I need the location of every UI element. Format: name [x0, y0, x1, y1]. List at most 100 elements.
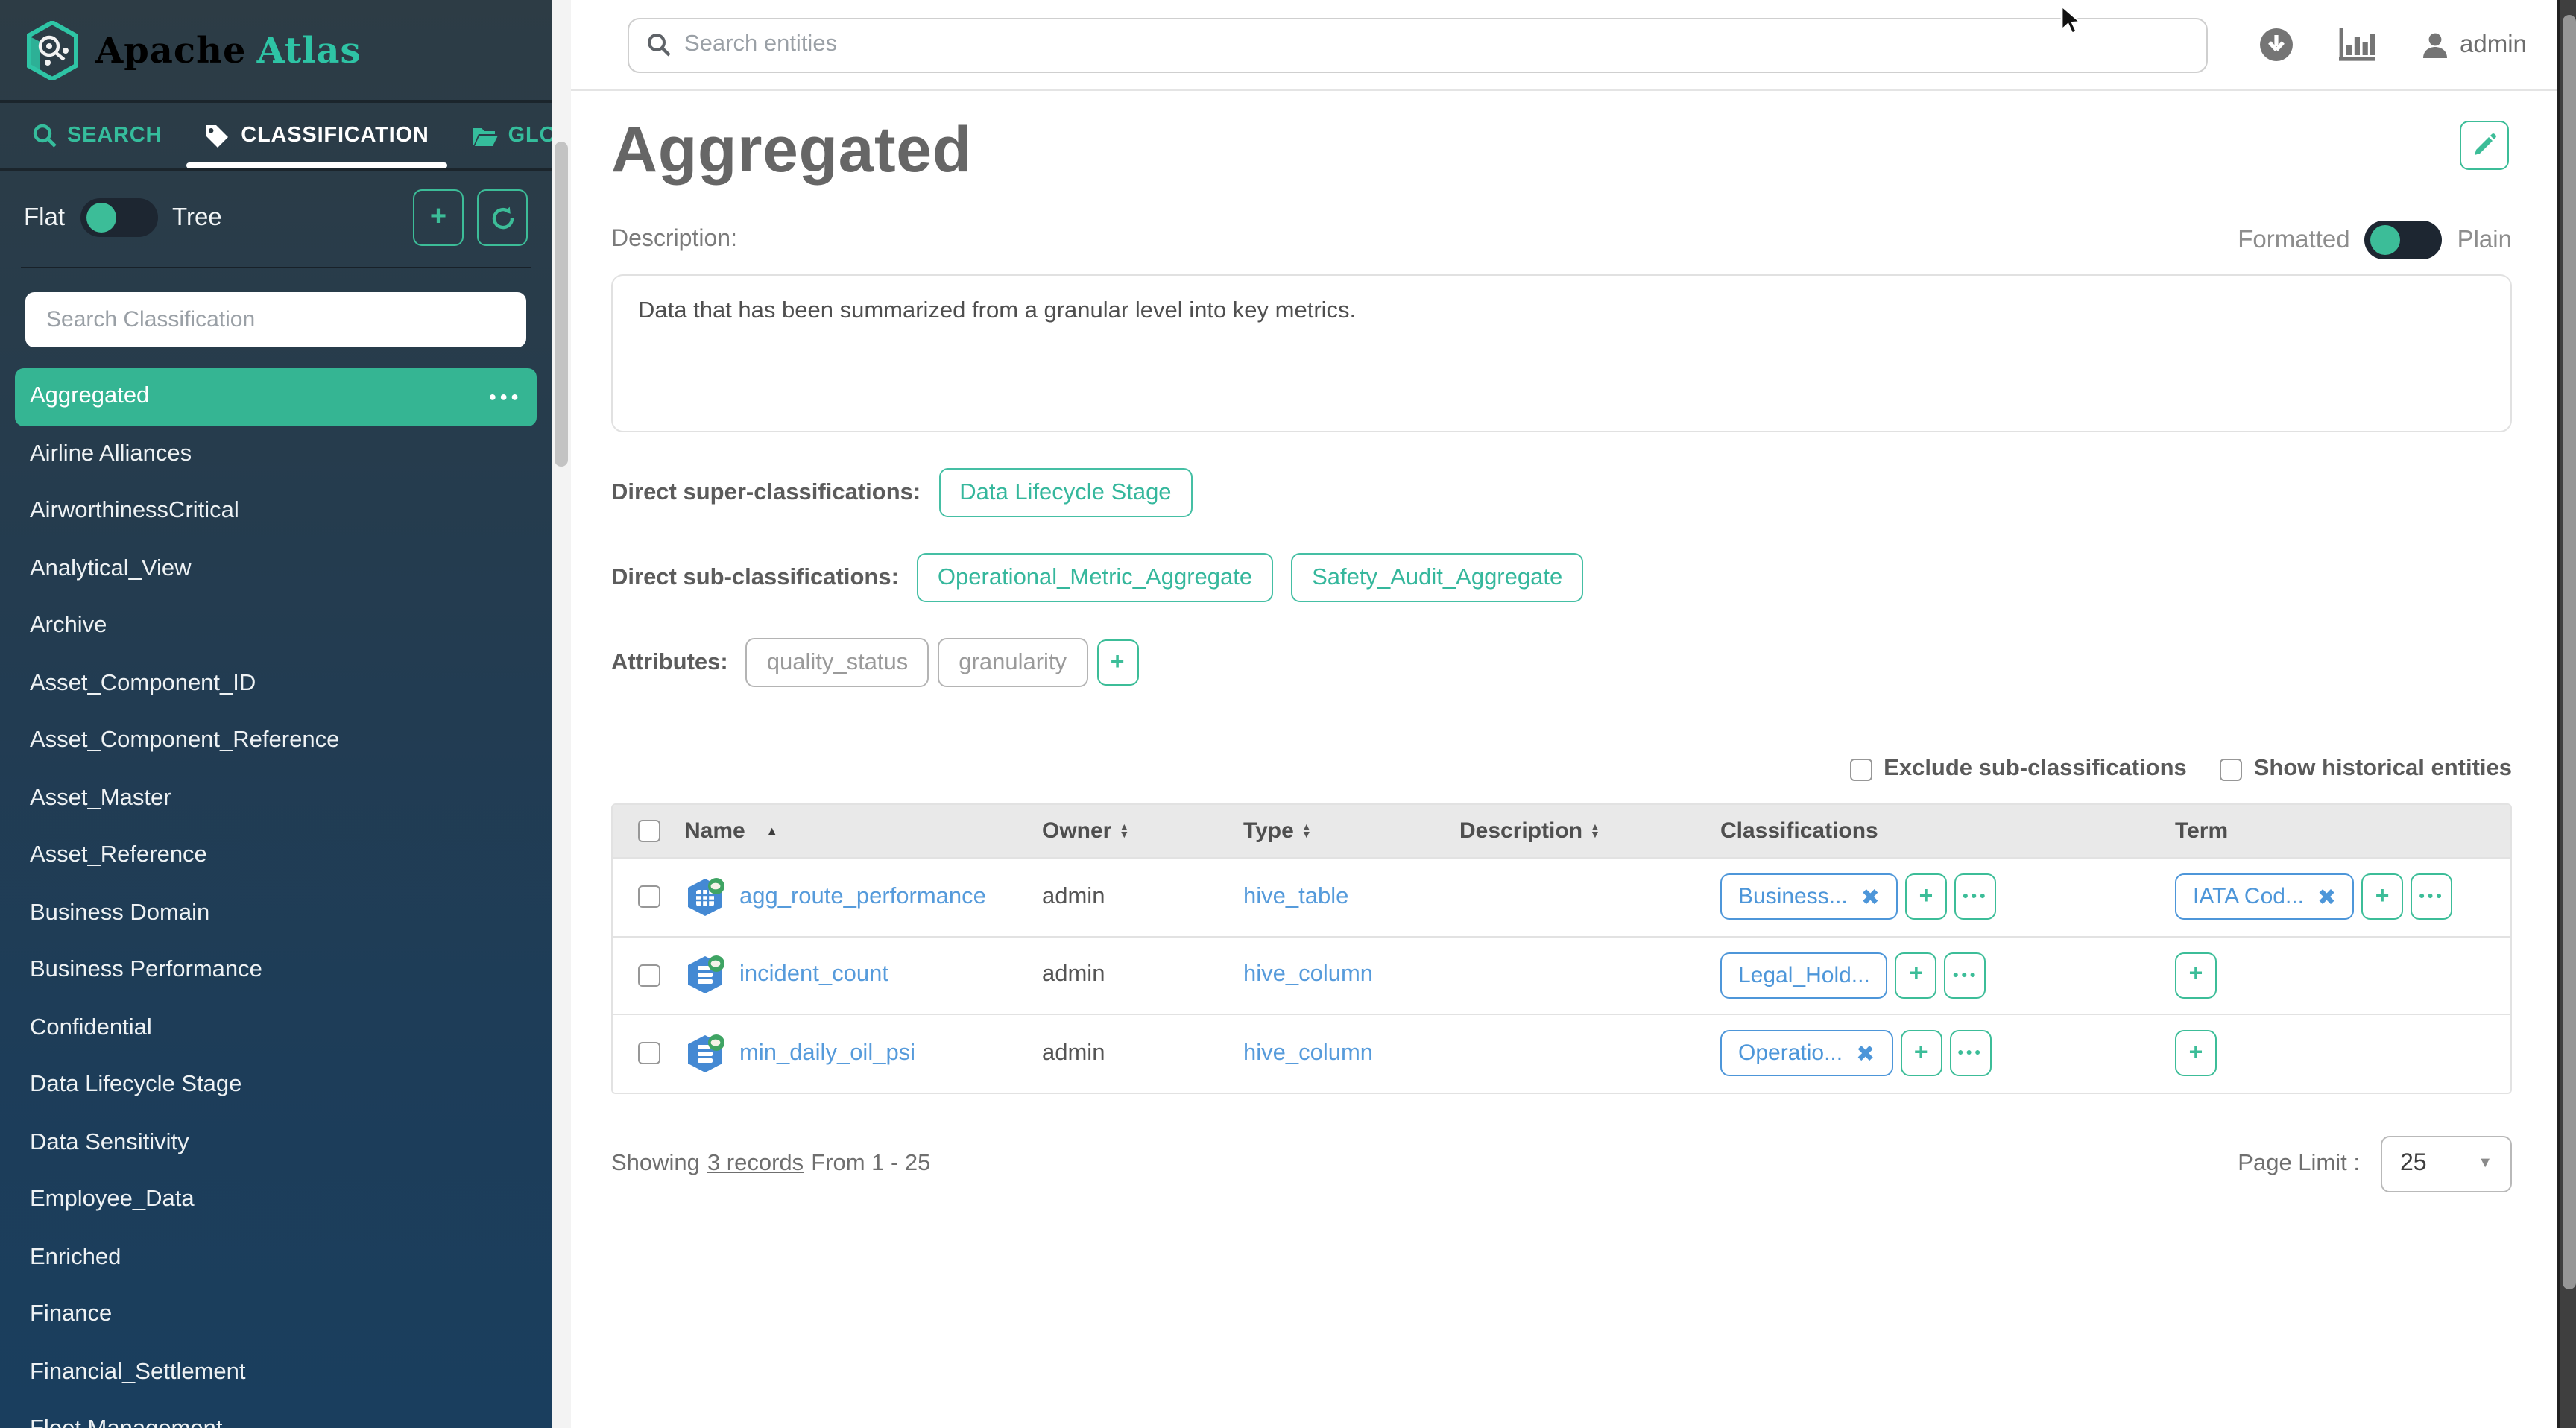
- exclude-subclassifications-checkbox[interactable]: [1849, 758, 1872, 780]
- entity-name-link[interactable]: incident_count: [739, 962, 888, 989]
- classification-more-button[interactable]: ●●●: [1949, 1031, 1991, 1077]
- add-attribute-button[interactable]: +: [1096, 639, 1138, 686]
- classification-item[interactable]: Analytical_View: [15, 540, 537, 598]
- topbar: admin: [571, 0, 2557, 91]
- brand: Apache Atlas: [0, 0, 552, 100]
- sort-asc-icon: ▲: [766, 824, 778, 838]
- classification-item[interactable]: Finance: [15, 1286, 537, 1344]
- sidebar-scrollbar-thumb[interactable]: [555, 142, 568, 467]
- window-scrollbar-thumb[interactable]: [2563, 15, 2576, 1289]
- tab-classification[interactable]: CLASSIFICATION: [186, 103, 446, 168]
- entity-type-link[interactable]: hive_column: [1243, 1040, 1373, 1066]
- description-label: Description:: [611, 227, 737, 253]
- brand-apache: Apache: [95, 28, 247, 72]
- user-icon: [2421, 31, 2449, 59]
- table-footer: Showing 3 records From 1 - 25 Page Limit…: [611, 1135, 2512, 1192]
- download-icon[interactable]: [2258, 27, 2294, 63]
- entity-search-input[interactable]: [684, 31, 2188, 58]
- classification-item[interactable]: Employee_Data: [15, 1172, 537, 1229]
- add-classification-tag-button[interactable]: +: [1905, 874, 1947, 920]
- classification-item[interactable]: Airline Alliances: [15, 426, 537, 483]
- classification-more-button[interactable]: ●●●: [1954, 874, 1996, 920]
- tab-classification-label: CLASSIFICATION: [241, 124, 429, 148]
- add-term-button[interactable]: +: [2175, 952, 2217, 999]
- classification-item[interactable]: Fleet Management: [15, 1401, 537, 1428]
- stats-icon[interactable]: [2339, 28, 2376, 61]
- hive-column-icon: [684, 1033, 726, 1075]
- sort-icon: ▲▼: [1590, 824, 1600, 839]
- edit-classification-button[interactable]: [2460, 121, 2509, 170]
- classification-item[interactable]: Business Performance: [15, 942, 537, 999]
- toggle-knob: [2371, 225, 2401, 255]
- classification-tag-pill[interactable]: Business... ✖: [1720, 874, 1898, 920]
- tag-icon: [203, 124, 230, 148]
- entity-type-link[interactable]: hive_column: [1243, 962, 1373, 988]
- chevron-down-icon: ▼: [2478, 1155, 2493, 1172]
- sidebar-scrollbar[interactable]: [552, 0, 571, 1428]
- term-more-button[interactable]: ●●●: [2411, 874, 2452, 920]
- classification-item[interactable]: Confidential: [15, 999, 537, 1057]
- records-count-link[interactable]: 3 records: [707, 1150, 804, 1177]
- classification-list: Aggregated ●●● Airline Alliances Airwort…: [0, 362, 552, 1428]
- show-historical-checkbox[interactable]: [2220, 758, 2242, 780]
- column-header-type[interactable]: Type▲▼: [1243, 818, 1459, 844]
- classification-tag-pill[interactable]: Operatio... ✖: [1720, 1031, 1892, 1077]
- classification-item-selected[interactable]: Aggregated ●●●: [15, 368, 537, 426]
- column-header-owner[interactable]: Owner▲▼: [1042, 818, 1243, 844]
- classification-search-input[interactable]: [25, 292, 526, 347]
- folder-icon: [471, 124, 498, 147]
- refresh-button[interactable]: [477, 189, 528, 246]
- sub-classifications-row: Direct sub-classifications: Operational_…: [611, 553, 2512, 602]
- sub-classification-pill[interactable]: Safety_Audit_Aggregate: [1291, 553, 1583, 602]
- column-header-description[interactable]: Description▲▼: [1459, 818, 1720, 844]
- table-filters-row: Exclude sub-classifications Show histori…: [611, 756, 2512, 783]
- add-classification-tag-button[interactable]: +: [1895, 952, 1937, 999]
- classification-item[interactable]: AirworthinessCritical: [15, 483, 537, 540]
- column-header-name[interactable]: Name▲: [684, 818, 1042, 844]
- classification-item[interactable]: Business Domain: [15, 885, 537, 942]
- entity-name-link[interactable]: agg_route_performance: [739, 884, 986, 911]
- remove-term-icon[interactable]: ✖: [2317, 884, 2336, 911]
- classification-item[interactable]: Data Lifecycle Stage: [15, 1057, 537, 1114]
- classification-item-label: Aggregated: [30, 384, 149, 411]
- add-classification-button[interactable]: +: [413, 189, 464, 246]
- classification-item[interactable]: Asset_Component_Reference: [15, 713, 537, 770]
- select-all-checkbox[interactable]: [637, 820, 660, 842]
- add-term-button[interactable]: +: [2361, 874, 2403, 920]
- remove-classification-icon[interactable]: ✖: [1856, 1040, 1875, 1067]
- formatted-plain-toggle[interactable]: [2365, 221, 2443, 259]
- flat-tree-toggle[interactable]: [80, 198, 157, 237]
- classification-item[interactable]: Data Sensitivity: [15, 1114, 537, 1172]
- classification-item[interactable]: Financial_Settlement: [15, 1344, 537, 1401]
- row-checkbox[interactable]: [637, 1043, 660, 1065]
- row-checkbox[interactable]: [637, 964, 660, 987]
- username: admin: [2460, 31, 2527, 59]
- row-checkbox[interactable]: [637, 886, 660, 909]
- term-pill[interactable]: IATA Cod... ✖: [2175, 874, 2354, 920]
- attributes-label: Attributes:: [611, 649, 728, 676]
- classification-item[interactable]: Asset_Component_ID: [15, 655, 537, 713]
- super-classification-pill[interactable]: Data Lifecycle Stage: [938, 468, 1192, 517]
- classification-item[interactable]: Archive: [15, 598, 537, 655]
- classification-tag-pill[interactable]: Legal_Hold...: [1720, 952, 1888, 999]
- remove-classification-icon[interactable]: ✖: [1861, 884, 1880, 911]
- column-header-term: Term: [2175, 818, 2510, 844]
- item-options-icon[interactable]: ●●●: [488, 390, 522, 405]
- sub-classification-pill[interactable]: Operational_Metric_Aggregate: [917, 553, 1273, 602]
- add-term-button[interactable]: +: [2175, 1031, 2217, 1077]
- page-limit-select[interactable]: 25 ▼: [2381, 1135, 2512, 1192]
- window-scrollbar[interactable]: [2557, 0, 2576, 1428]
- hive-table-icon: [684, 876, 726, 918]
- user-menu[interactable]: admin: [2421, 31, 2527, 59]
- entity-name-link[interactable]: min_daily_oil_psi: [739, 1040, 915, 1067]
- tab-search[interactable]: SEARCH: [15, 103, 180, 168]
- flat-label: Flat: [24, 203, 65, 232]
- classification-item[interactable]: Enriched: [15, 1229, 537, 1286]
- classification-more-button[interactable]: ●●●: [1945, 952, 1986, 999]
- add-classification-tag-button[interactable]: +: [1900, 1031, 1942, 1077]
- classification-item[interactable]: Asset_Reference: [15, 827, 537, 885]
- formatted-label: Formatted: [2238, 226, 2349, 254]
- super-classifications-row: Direct super-classifications: Data Lifec…: [611, 468, 2512, 517]
- entity-type-link[interactable]: hive_table: [1243, 884, 1348, 909]
- classification-item[interactable]: Asset_Master: [15, 770, 537, 827]
